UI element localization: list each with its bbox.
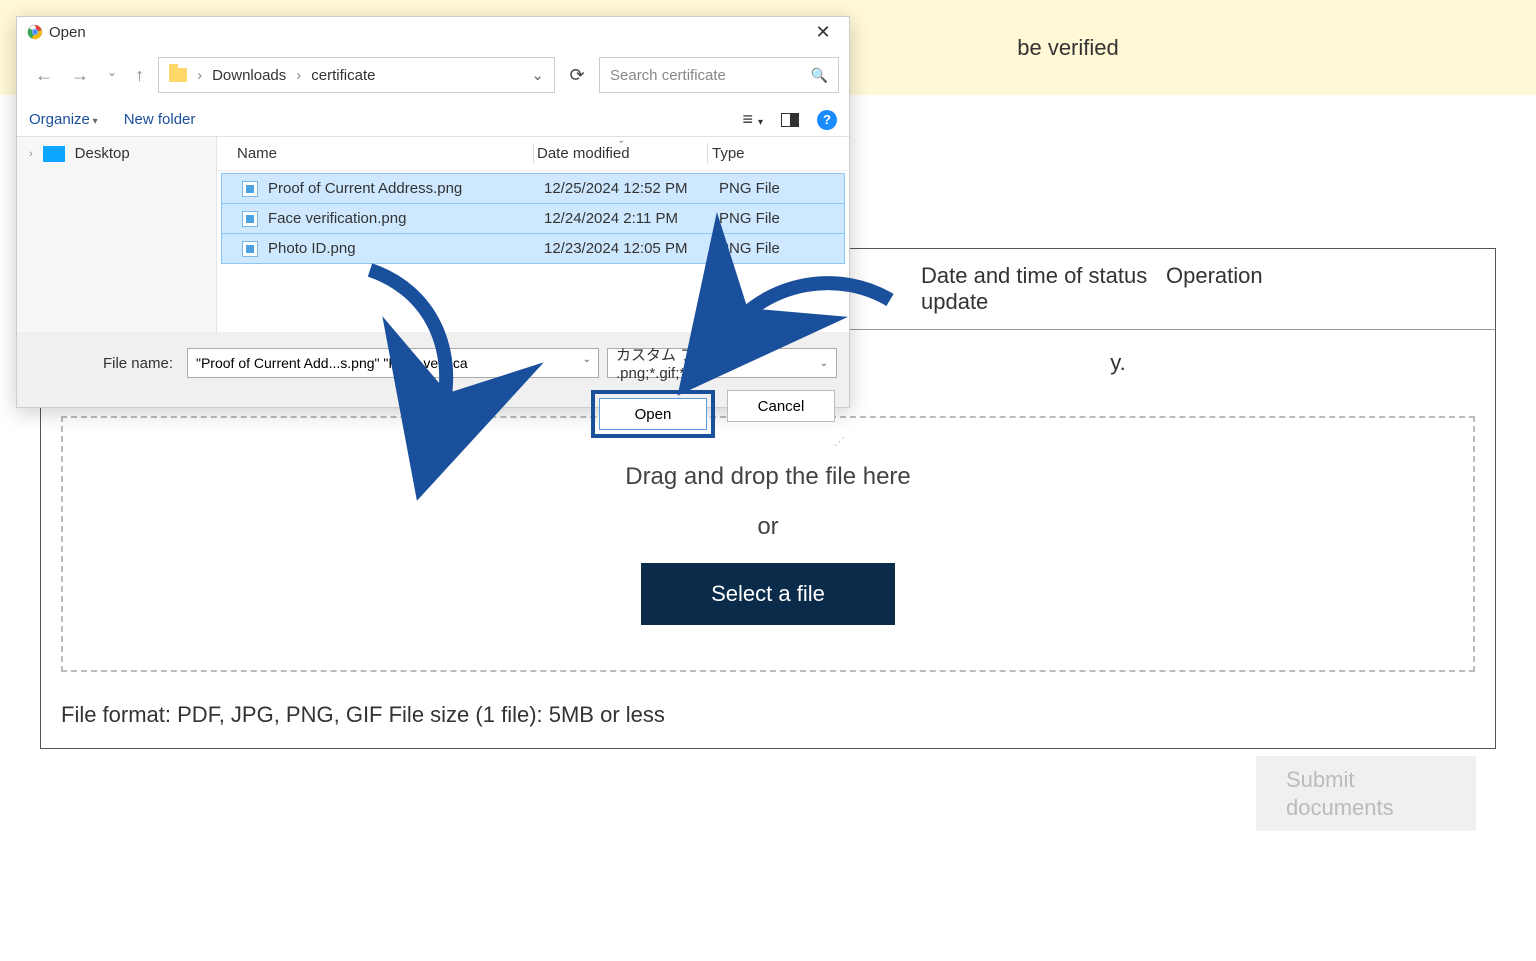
nav-buttons: ← → ⌄ ↑ <box>27 65 152 86</box>
dialog-sidebar: › Desktop <box>17 137 217 332</box>
sort-caret-icon: ⌄ <box>617 135 625 146</box>
banner-text: be verified <box>1017 35 1119 61</box>
search-placeholder: Search certificate <box>610 67 726 84</box>
th-operation: Operation <box>1166 263 1276 315</box>
breadcrumb-dropdown-icon[interactable]: ⌄ <box>531 66 544 84</box>
sidebar-item-desktop[interactable]: › Desktop <box>17 137 216 170</box>
file-row[interactable]: Photo ID.png 12/23/2024 12:05 PM PNG Fil… <box>221 234 845 264</box>
desktop-icon <box>43 146 65 162</box>
file-type: PNG File <box>719 240 824 257</box>
th-status-update: Date and time of status update <box>921 263 1166 315</box>
nav-up-icon[interactable]: ↑ <box>135 65 144 86</box>
nav-back-icon[interactable]: ← <box>35 65 53 86</box>
submit-documents-button[interactable]: Submit documents <box>1256 756 1476 831</box>
col-type[interactable]: Type <box>712 145 829 162</box>
open-button[interactable]: Open <box>599 398 707 430</box>
image-file-icon <box>242 181 258 197</box>
dialog-title: Open <box>49 24 86 41</box>
nav-forward-icon[interactable]: → <box>71 65 89 86</box>
file-name: Proof of Current Address.png <box>268 180 544 197</box>
chrome-icon <box>27 24 43 40</box>
new-folder-button[interactable]: New folder <box>124 111 196 128</box>
search-box[interactable]: Search certificate 🔍 <box>599 57 839 93</box>
file-columns: ⌄ Name Date modified Type <box>217 137 849 171</box>
cancel-button[interactable]: Cancel <box>727 390 835 422</box>
col-name[interactable]: Name <box>237 145 537 162</box>
file-row[interactable]: Face verification.png 12/24/2024 2:11 PM… <box>221 204 845 234</box>
breadcrumb-certificate[interactable]: certificate <box>311 67 375 84</box>
file-date: 12/24/2024 2:11 PM <box>544 210 719 227</box>
breadcrumb-bar[interactable]: › Downloads › certificate ⌄ <box>158 57 555 93</box>
view-list-button[interactable]: ≡ ▾ <box>742 109 763 130</box>
file-date: 12/25/2024 12:52 PM <box>544 180 719 197</box>
filter-text: カスタム ファイル .png;*.gif;*.p <box>616 344 820 382</box>
breadcrumb-downloads[interactable]: Downloads <box>212 67 286 84</box>
file-row[interactable]: Proof of Current Address.png 12/25/2024 … <box>221 173 845 204</box>
dropzone-text: Drag and drop the file here <box>625 463 911 491</box>
file-open-dialog: Open ✕ ← → ⌄ ↑ › Downloads › certificate… <box>16 16 850 408</box>
resize-grip-icon[interactable]: ⋰ <box>834 435 845 448</box>
dialog-close-button[interactable]: ✕ <box>803 22 843 43</box>
sidebar-label: Desktop <box>75 145 130 162</box>
dialog-titlebar: Open ✕ <box>17 17 849 47</box>
filename-input[interactable] <box>187 348 599 378</box>
file-date: 12/23/2024 12:05 PM <box>544 240 719 257</box>
col-date[interactable]: Date modified <box>537 145 712 162</box>
preview-pane-button[interactable] <box>781 113 799 127</box>
file-name: Photo ID.png <box>268 240 544 257</box>
search-icon[interactable]: 🔍 <box>811 67 828 84</box>
breadcrumb-sep: › <box>296 67 301 84</box>
refresh-button[interactable]: ⟳ <box>561 65 593 86</box>
dialog-toolbar: Organize New folder ≡ ▾ ? <box>17 103 849 136</box>
organize-menu[interactable]: Organize <box>29 111 98 128</box>
file-type: PNG File <box>719 180 824 197</box>
file-type-filter[interactable]: カスタム ファイル .png;*.gif;*.p ⌄ <box>607 348 837 378</box>
open-button-highlight: Open <box>591 390 715 438</box>
chevron-right-icon: › <box>29 148 33 160</box>
file-dropzone[interactable]: Drag and drop the file here or Select a … <box>61 416 1475 672</box>
breadcrumb-sep: › <box>197 67 202 84</box>
file-name: Face verification.png <box>268 210 544 227</box>
file-type: PNG File <box>719 210 824 227</box>
select-file-button[interactable]: Select a file <box>641 563 895 625</box>
nav-recent-icon[interactable]: ⌄ <box>107 65 117 86</box>
help-button[interactable]: ? <box>817 110 837 130</box>
image-file-icon <box>242 211 258 227</box>
image-file-icon <box>242 241 258 257</box>
dropzone-or: or <box>757 513 778 541</box>
chevron-down-icon[interactable]: ⌄ <box>583 354 591 365</box>
dialog-navbar: ← → ⌄ ↑ › Downloads › certificate ⌄ ⟳ Se… <box>17 47 849 103</box>
file-list: Proof of Current Address.png 12/25/2024 … <box>217 171 849 332</box>
file-area: ⌄ Name Date modified Type Proof of Curre… <box>217 137 849 332</box>
chevron-down-icon: ⌄ <box>820 358 828 369</box>
folder-icon <box>169 68 187 82</box>
filename-label: File name: <box>29 355 179 372</box>
dialog-footer: File name: ⌄ カスタム ファイル .png;*.gif;*.p ⌄ … <box>17 332 849 450</box>
file-format-text: File format: PDF, JPG, PNG, GIF File siz… <box>41 692 1495 748</box>
